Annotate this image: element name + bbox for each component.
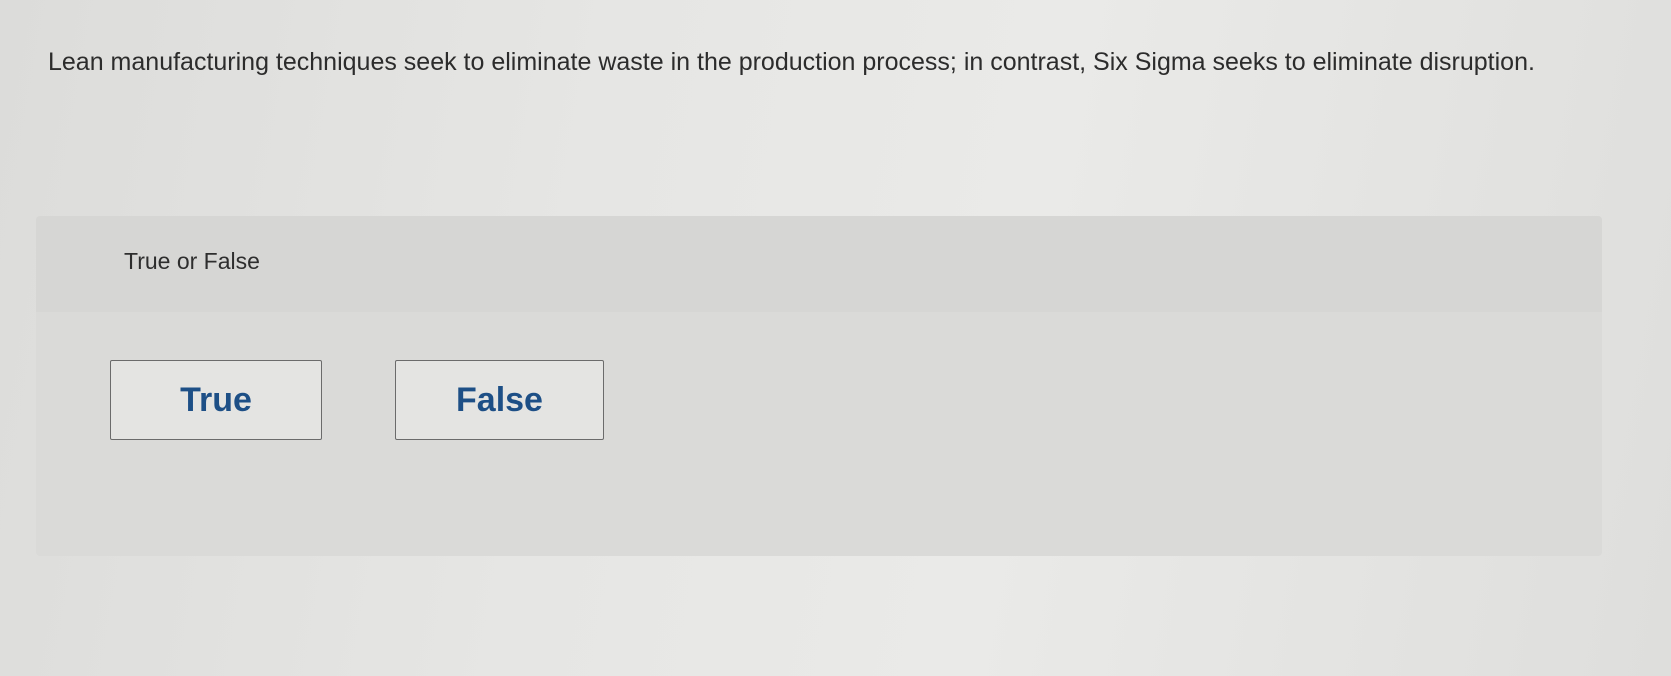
question-type-header: True or False <box>36 216 1602 312</box>
question-text: Lean manufacturing techniques seek to el… <box>48 48 1535 76</box>
question-type-label: True or False <box>124 248 260 274</box>
false-button[interactable]: False <box>395 360 604 440</box>
true-button[interactable]: True <box>110 360 322 440</box>
answer-panel: True or False True False <box>36 216 1602 556</box>
